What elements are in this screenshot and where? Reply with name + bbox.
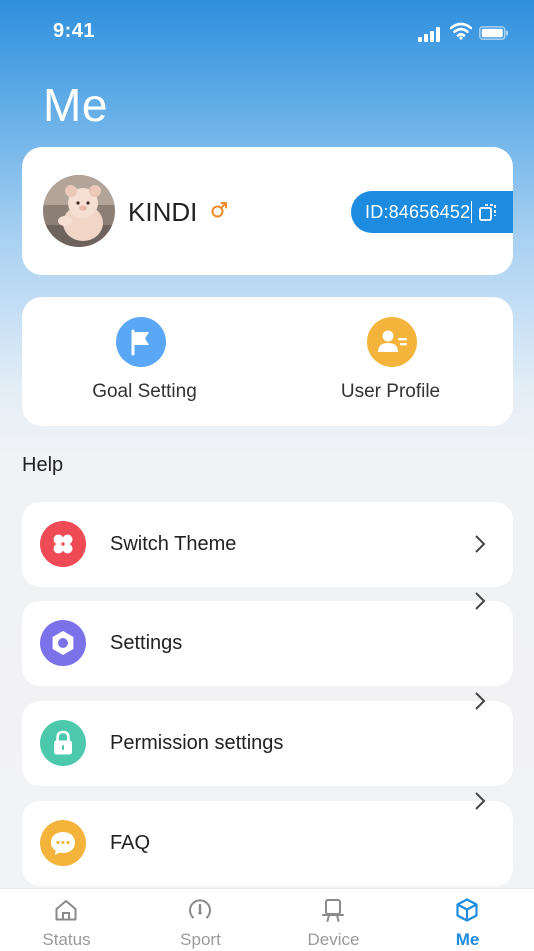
- chevron-right-icon: [475, 692, 486, 710]
- settings-row[interactable]: Settings: [22, 592, 513, 686]
- switch-theme-row[interactable]: Switch Theme: [22, 502, 513, 587]
- settings-label: Settings: [110, 632, 183, 654]
- tab-device-label: Device: [307, 930, 360, 949]
- chevron-right-icon: [475, 792, 486, 810]
- divider: [471, 201, 472, 223]
- chevron-right-icon: [475, 535, 486, 553]
- lock-icon: [40, 720, 86, 766]
- male-gender-icon: [211, 202, 227, 218]
- wifi-icon: [450, 22, 472, 40]
- cube-icon: [456, 898, 478, 922]
- tab-me[interactable]: Me: [401, 889, 534, 951]
- status-time: 9:41: [53, 20, 96, 42]
- tab-device[interactable]: Device: [267, 889, 400, 951]
- flag-icon: [116, 317, 166, 367]
- battery-icon: [479, 26, 508, 40]
- faq-row[interactable]: FAQ: [22, 792, 513, 886]
- home-icon: [55, 900, 77, 921]
- quick-actions-card: Goal Setting User Profile: [22, 297, 513, 426]
- gear-icon: [40, 620, 86, 666]
- status-bar: 9:41: [0, 0, 534, 64]
- goal-setting-button[interactable]: Goal Setting: [22, 297, 267, 426]
- username: KINDI: [128, 197, 198, 227]
- tab-sport[interactable]: Sport: [134, 889, 267, 951]
- tab-sport-label: Sport: [180, 930, 221, 949]
- bottom-tab-bar: Status Sport Device Me: [0, 888, 534, 951]
- user-profile-button[interactable]: User Profile: [268, 297, 513, 426]
- user-profile-label: User Profile: [340, 381, 441, 402]
- chat-bubble-icon: [40, 820, 86, 866]
- chevron-right-icon: [475, 592, 486, 610]
- permission-settings-row[interactable]: Permission settings: [22, 692, 513, 786]
- watch-icon: [322, 899, 344, 922]
- user-id-text: ID:84656452: [365, 202, 471, 222]
- faq-label: FAQ: [110, 832, 151, 854]
- gauge-icon: [189, 899, 211, 919]
- profile-card[interactable]: KINDI ID:84656452: [22, 147, 513, 275]
- cellular-signal-icon: [418, 26, 444, 42]
- help-section-title: Help: [22, 454, 64, 476]
- avatar[interactable]: [43, 175, 115, 247]
- permission-settings-label: Permission settings: [110, 732, 284, 754]
- switch-theme-label: Switch Theme: [110, 533, 237, 555]
- tab-me-label: Me: [455, 930, 480, 949]
- user-card-icon: [367, 317, 417, 367]
- tab-status-label: Status: [42, 930, 91, 949]
- tab-status[interactable]: Status: [0, 889, 133, 951]
- theme-icon: [40, 521, 86, 567]
- user-id-badge[interactable]: ID:84656452: [351, 191, 513, 233]
- copy-icon[interactable]: [478, 202, 498, 222]
- page-title: Me: [43, 79, 108, 131]
- goal-setting-label: Goal Setting: [92, 381, 197, 402]
- avatar-image: [43, 175, 115, 247]
